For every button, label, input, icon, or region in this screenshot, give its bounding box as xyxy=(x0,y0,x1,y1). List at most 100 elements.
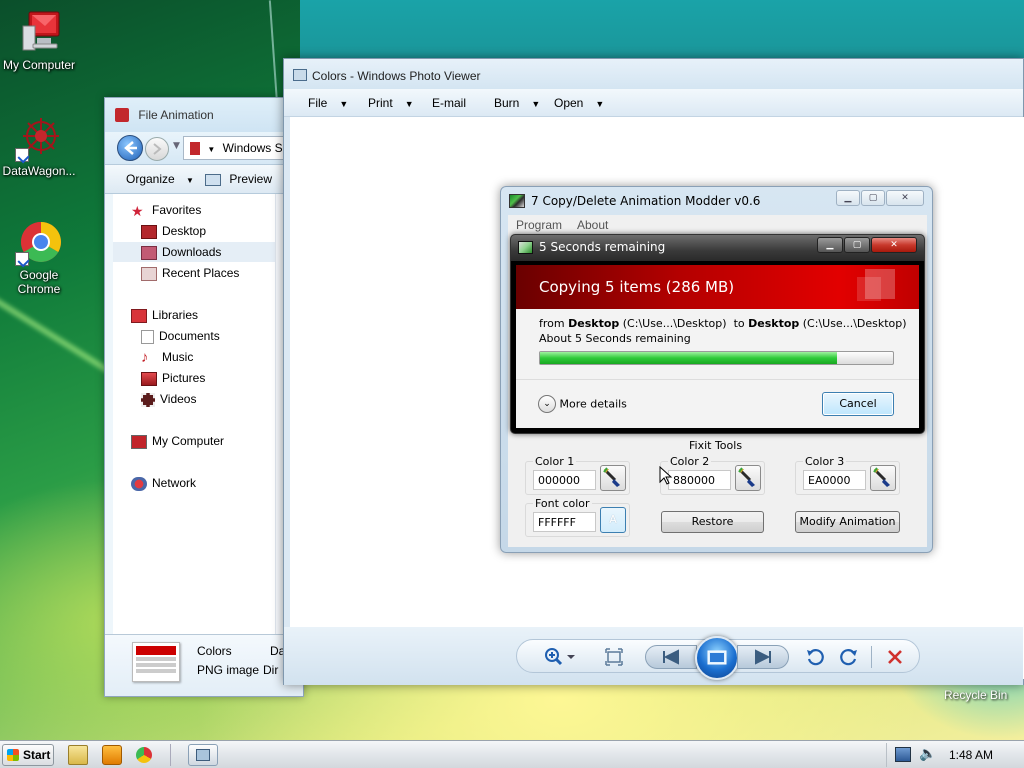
desktop-icon-my-computer[interactable]: My Computer xyxy=(0,8,81,72)
media-player-quicklaunch-icon[interactable] xyxy=(102,745,122,765)
clock[interactable]: 1:48 AM xyxy=(949,748,993,762)
explorer-title-bar[interactable]: File Animation xyxy=(105,98,303,132)
menu-about[interactable]: About xyxy=(577,218,608,232)
actual-size-button[interactable] xyxy=(605,648,623,669)
computer-icon xyxy=(15,8,63,56)
fixit-tools-heading: Fixit Tools xyxy=(689,439,743,452)
photo-viewer-menubar: File ▼ Print ▼ E-mail Burn ▼ Open ▼ xyxy=(284,89,1023,117)
explorer-window: File Animation ▼ ▼ Windows S Organize ▼ … xyxy=(104,97,305,697)
nav-my-computer[interactable]: My Computer xyxy=(131,431,224,451)
chrome-quicklaunch-icon[interactable] xyxy=(136,747,152,763)
more-details-label: More details xyxy=(559,397,627,411)
minimize-button[interactable]: ▁ xyxy=(836,190,860,206)
color3-input[interactable]: EA0000 xyxy=(803,470,866,490)
nav-desktop[interactable]: Desktop xyxy=(141,221,206,241)
menu-burn[interactable]: Burn ▼ xyxy=(494,96,540,110)
volume-icon[interactable]: 🔈 xyxy=(919,746,936,762)
preview-button[interactable]: Preview xyxy=(205,172,272,186)
previous-button[interactable] xyxy=(645,645,697,669)
photo-viewer-task-button[interactable] xyxy=(188,744,218,766)
menu-file[interactable]: File ▼ xyxy=(308,96,348,110)
explorer-quicklaunch-icon[interactable] xyxy=(68,745,88,765)
cancel-button[interactable]: Cancel xyxy=(822,392,894,416)
slideshow-icon xyxy=(707,650,727,665)
explorer-toolbar: Organize ▼ Preview xyxy=(105,164,303,194)
copy-heading: Copying 5 items (286 MB) xyxy=(539,278,735,296)
photo-viewer-icon xyxy=(196,749,210,761)
folder-icon xyxy=(190,142,200,156)
pictures-icon xyxy=(141,371,157,386)
taskbar: Start 🔈 1:48 AM xyxy=(0,740,1024,768)
restore-button[interactable]: Restore xyxy=(661,511,764,533)
shortcut-arrow-icon xyxy=(15,148,29,162)
nav-documents[interactable]: Documents xyxy=(141,326,220,346)
menu-program[interactable]: Program xyxy=(516,218,562,232)
desktop-icon-google-chrome[interactable]: Google Chrome xyxy=(0,218,81,296)
copy-progress-fill xyxy=(540,352,837,364)
color2-input[interactable]: 880000 xyxy=(668,470,731,490)
rotate-right-button[interactable] xyxy=(839,647,859,670)
nav-label: My Computer xyxy=(152,434,225,448)
menu-email[interactable]: E-mail xyxy=(432,96,466,110)
maximize-button[interactable]: ▢ xyxy=(861,190,885,206)
desktop-icon-label: My Computer xyxy=(2,58,76,72)
nav-label: Recent Places xyxy=(162,266,240,280)
close-button[interactable]: ✕ xyxy=(871,237,917,253)
desktop-icon-datawagon[interactable]: DataWagon... xyxy=(0,114,81,178)
nav-pictures[interactable]: Pictures xyxy=(141,368,205,388)
rotate-left-button[interactable] xyxy=(805,647,825,670)
minimize-button[interactable]: ▁ xyxy=(817,237,843,253)
explorer-title: File Animation xyxy=(138,107,214,122)
slideshow-button[interactable] xyxy=(695,636,739,680)
organize-button[interactable]: Organize ▼ xyxy=(126,172,194,186)
zoom-button[interactable] xyxy=(543,647,577,670)
color1-picker-button[interactable] xyxy=(600,465,626,491)
font-color-input[interactable]: FFFFFF xyxy=(533,512,596,532)
back-button[interactable] xyxy=(117,135,143,161)
recent-places-icon xyxy=(141,266,157,281)
system-tray: 🔈 1:48 AM xyxy=(886,743,1024,767)
back-arrow-icon xyxy=(124,141,137,155)
nav-libraries[interactable]: Libraries xyxy=(131,305,198,325)
nav-network[interactable]: Network xyxy=(131,473,196,493)
maximize-button[interactable]: ▢ xyxy=(844,237,870,253)
chevron-down-icon: ▼ xyxy=(339,99,349,109)
recycle-bin-label[interactable]: Recycle Bin xyxy=(944,688,1007,702)
modify-animation-button[interactable]: Modify Animation xyxy=(795,511,900,533)
nav-videos[interactable]: Videos xyxy=(141,389,196,409)
font-color-picker-button[interactable]: A xyxy=(600,507,626,533)
chrome-icon xyxy=(15,218,63,266)
forward-button[interactable] xyxy=(145,137,169,161)
copy-dialog-title-bar[interactable]: 5 Seconds remaining ▁ ▢ ✕ xyxy=(511,235,924,261)
source-folder-link[interactable]: Desktop xyxy=(568,317,619,330)
nav-downloads[interactable]: Downloads xyxy=(113,242,275,262)
shortcut-arrow-icon xyxy=(15,252,29,266)
network-status-icon[interactable] xyxy=(895,747,911,762)
menu-label: Open xyxy=(554,96,584,110)
delete-button[interactable] xyxy=(885,647,905,670)
close-button[interactable]: ✕ xyxy=(886,190,924,206)
previous-icon xyxy=(663,649,679,665)
destination-folder-link[interactable]: Desktop xyxy=(748,317,799,330)
start-button[interactable]: Start xyxy=(2,744,54,766)
modder-title-bar[interactable]: 7 Copy/Delete Animation Modder v0.6 ▁ ▢ ✕ xyxy=(501,187,932,215)
nav-label: Downloads xyxy=(162,245,222,259)
delete-x-icon xyxy=(888,650,902,664)
nav-recent-places[interactable]: Recent Places xyxy=(141,263,239,283)
history-dropdown-icon[interactable]: ▼ xyxy=(173,141,180,151)
menu-open[interactable]: Open ▼ xyxy=(554,96,604,110)
rotate-clockwise-icon xyxy=(840,649,857,666)
color3-picker-button[interactable] xyxy=(870,465,896,491)
menu-print[interactable]: Print ▼ xyxy=(368,96,414,110)
more-details-toggle[interactable]: ⌄ More details xyxy=(538,395,627,413)
modder-app-icon xyxy=(509,194,525,208)
color2-picker-button[interactable] xyxy=(735,465,761,491)
next-button[interactable] xyxy=(737,645,789,669)
nav-favorites[interactable]: ★ Favorites xyxy=(131,200,201,220)
computer-icon xyxy=(131,434,147,449)
desktop-icon xyxy=(141,224,157,239)
photo-viewer-title-bar[interactable]: Colors - Windows Photo Viewer xyxy=(284,59,1023,89)
playback-control-bar xyxy=(516,636,920,680)
color1-input[interactable]: 000000 xyxy=(533,470,596,490)
nav-music[interactable]: ♪ Music xyxy=(141,347,193,367)
